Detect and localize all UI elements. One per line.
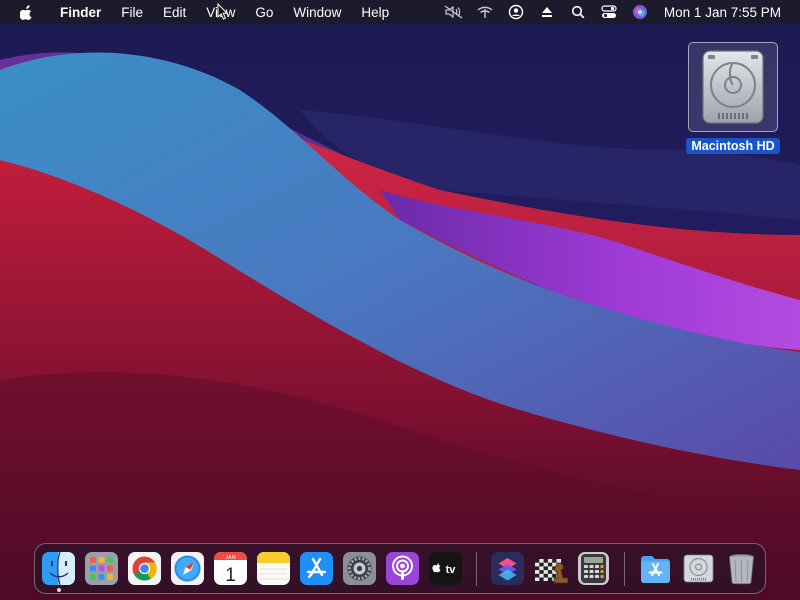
- menu-help[interactable]: Help: [351, 5, 399, 20]
- calendar-icon: JAN 1: [214, 552, 247, 586]
- trash-icon: [729, 554, 754, 585]
- dock-item-chrome[interactable]: [127, 551, 162, 586]
- menu-bar: Finder File Edit View Go Window Help Mon…: [0, 0, 800, 24]
- dock-item-safari[interactable]: [170, 551, 205, 586]
- dock-separator: [476, 552, 477, 586]
- menu-clock[interactable]: Mon 1 Jan 7:55 PM: [664, 5, 781, 20]
- tv-label: tv: [446, 564, 457, 576]
- app-store-icon: [300, 552, 333, 585]
- dock-item-shortcuts[interactable]: [490, 551, 525, 586]
- calendar-day: 1: [225, 565, 236, 586]
- siri-icon[interactable]: [630, 4, 650, 20]
- menu-go[interactable]: Go: [245, 5, 283, 20]
- dock-item-podcasts[interactable]: [385, 551, 420, 586]
- apple-menu-icon[interactable]: [18, 3, 36, 21]
- dock-separator: [624, 552, 625, 586]
- safari-icon: [171, 552, 204, 585]
- podcasts-icon: [386, 552, 419, 585]
- menu-file[interactable]: File: [111, 5, 153, 20]
- dock-item-finder[interactable]: [41, 551, 76, 586]
- mouse-pointer-icon: [217, 3, 229, 20]
- eject-icon[interactable]: [537, 4, 557, 20]
- notes-icon: [257, 552, 290, 585]
- control-center-icon[interactable]: [599, 4, 619, 20]
- menu-window[interactable]: Window: [283, 5, 351, 20]
- app-store-folder-icon: [641, 556, 670, 583]
- dock-item-chess[interactable]: [533, 551, 568, 586]
- dock-item-calculator[interactable]: [576, 551, 611, 586]
- audio-muted-icon[interactable]: [444, 4, 464, 20]
- user-icon[interactable]: [506, 4, 526, 20]
- hard-drive-icon: [702, 50, 764, 124]
- desktop-icon-macintosh-hd[interactable]: Macintosh HD: [686, 42, 780, 154]
- chrome-icon: [128, 552, 161, 585]
- menu-finder[interactable]: Finder: [50, 5, 111, 20]
- wifi-icon[interactable]: [475, 4, 495, 20]
- desktop-icon-label: Macintosh HD: [686, 138, 780, 154]
- hard-drive-icon: [683, 554, 714, 583]
- finder-icon: [42, 551, 75, 586]
- desktop-icon-selection: [688, 42, 778, 132]
- shortcuts-icon: [491, 552, 524, 585]
- dock-item-macintosh-hd[interactable]: [681, 551, 716, 586]
- dock-item-calendar[interactable]: JAN 1: [213, 551, 248, 586]
- dock-item-app-store[interactable]: [299, 551, 334, 586]
- calendar-month: JAN: [225, 555, 235, 561]
- dock-item-trash[interactable]: [724, 551, 759, 586]
- search-icon[interactable]: [568, 4, 588, 20]
- dock-item-system-preferences[interactable]: [342, 551, 377, 586]
- calculator-icon: [578, 552, 609, 585]
- dock: JAN 1 tv: [34, 543, 766, 594]
- settings-icon: [343, 552, 376, 585]
- chess-icon: [535, 559, 568, 584]
- status-area: Mon 1 Jan 7:55 PM: [439, 0, 800, 24]
- dock-item-tv[interactable]: tv: [428, 551, 463, 586]
- dock-item-notes[interactable]: [256, 551, 291, 586]
- menu-edit[interactable]: Edit: [153, 5, 196, 20]
- dock-item-launchpad[interactable]: [84, 551, 119, 586]
- launchpad-icon: [85, 552, 118, 585]
- dock-item-applications[interactable]: [638, 551, 673, 586]
- apple-tv-icon: tv: [429, 552, 462, 585]
- desktop-wallpaper: [0, 0, 800, 600]
- finder-running-indicator: [57, 588, 61, 592]
